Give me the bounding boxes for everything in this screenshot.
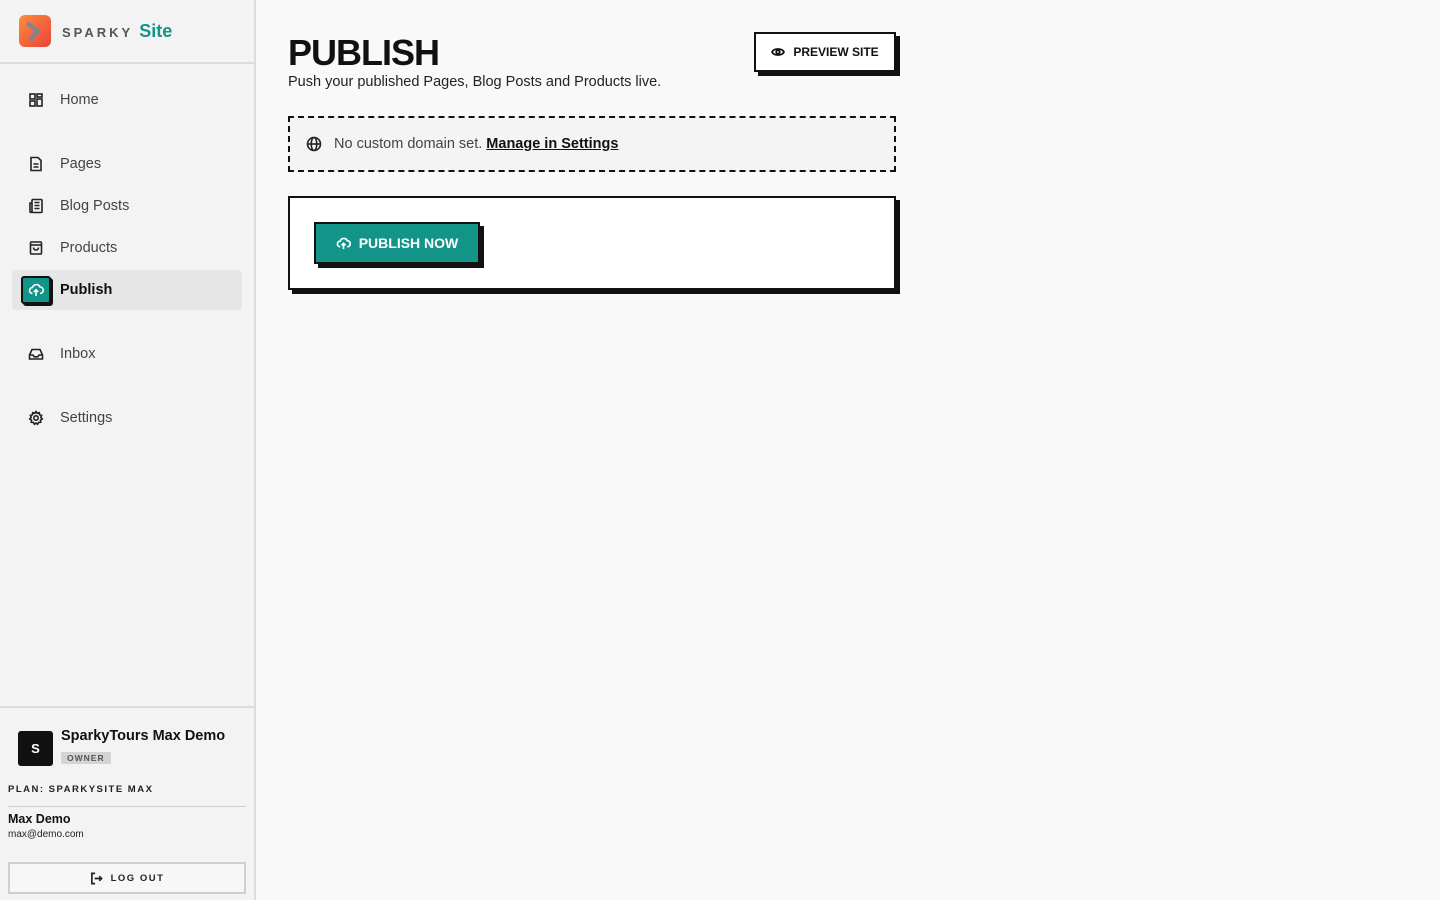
- sidebar-item-label: Home: [60, 92, 99, 108]
- sidebar-item-label: Pages: [60, 156, 102, 172]
- logout-icon: [90, 872, 103, 884]
- sidebar: SPARKY Site Home Pages Blog Posts Produc…: [0, 0, 256, 900]
- logout-label: LOG OUT: [110, 872, 165, 884]
- publish-now-label: PUBLISH NOW: [358, 235, 459, 251]
- logout-button[interactable]: LOG OUT: [8, 862, 246, 894]
- org-name: SparkyTours Max Demo: [61, 728, 226, 744]
- globe-icon: [306, 136, 322, 152]
- page-subtitle: Push your published Pages, Blog Posts an…: [288, 74, 662, 90]
- account-divider: [8, 806, 246, 807]
- role-badge: OWNER: [61, 752, 111, 764]
- org-avatar: S: [18, 731, 53, 766]
- file-icon: [24, 152, 48, 176]
- sidebar-item-label: Publish: [60, 282, 113, 298]
- domain-notice: No custom domain set. Manage in Settings: [288, 116, 896, 172]
- sidebar-item-label: Products: [60, 240, 118, 256]
- brand-site: Site: [139, 20, 173, 41]
- shopping-bag-icon: [24, 236, 48, 260]
- gear-icon: [24, 406, 48, 430]
- sidebar-item-home[interactable]: Home: [12, 80, 242, 120]
- newspaper-icon: [24, 194, 48, 218]
- page-title: PUBLISH: [288, 32, 440, 73]
- grid-icon: [24, 88, 48, 112]
- publish-now-button[interactable]: PUBLISH NOW: [314, 222, 480, 264]
- sidebar-item-blog-posts[interactable]: Blog Posts: [12, 186, 242, 226]
- brand[interactable]: SPARKY Site: [0, 0, 254, 64]
- publish-card: PUBLISH NOW: [288, 196, 896, 290]
- domain-notice-text: No custom domain set.: [334, 136, 483, 152]
- sidebar-item-label: Blog Posts: [60, 198, 130, 214]
- sparky-logo-icon: [19, 15, 51, 47]
- sidebar-item-publish[interactable]: Publish: [12, 270, 242, 310]
- sidebar-item-products[interactable]: Products: [12, 228, 242, 268]
- brand-word: SPARKY: [62, 25, 134, 40]
- user-name: Max Demo: [8, 812, 71, 826]
- preview-site-label: PREVIEW SITE: [793, 45, 879, 59]
- account-panel: S SparkyTours Max Demo OWNER PLAN: SPARK…: [0, 706, 254, 894]
- eye-icon: [771, 48, 786, 56]
- sidebar-item-settings[interactable]: Settings: [12, 398, 242, 438]
- sidebar-item-inbox[interactable]: Inbox: [12, 334, 242, 374]
- inbox-icon: [24, 342, 48, 366]
- preview-site-button[interactable]: PREVIEW SITE: [754, 32, 896, 72]
- sidebar-item-label: Settings: [60, 410, 113, 426]
- sidebar-item-pages[interactable]: Pages: [12, 144, 242, 184]
- cloud-upload-icon: [21, 276, 51, 304]
- manage-in-settings-link[interactable]: Manage in Settings: [486, 136, 618, 152]
- user-email: max@demo.com: [8, 829, 84, 840]
- cloud-upload-icon: [336, 237, 351, 249]
- sidebar-item-label: Inbox: [60, 346, 96, 362]
- plan-label: PLAN: SPARKYSITE MAX: [8, 784, 154, 795]
- org-switcher[interactable]: S SparkyTours Max Demo OWNER: [0, 708, 254, 766]
